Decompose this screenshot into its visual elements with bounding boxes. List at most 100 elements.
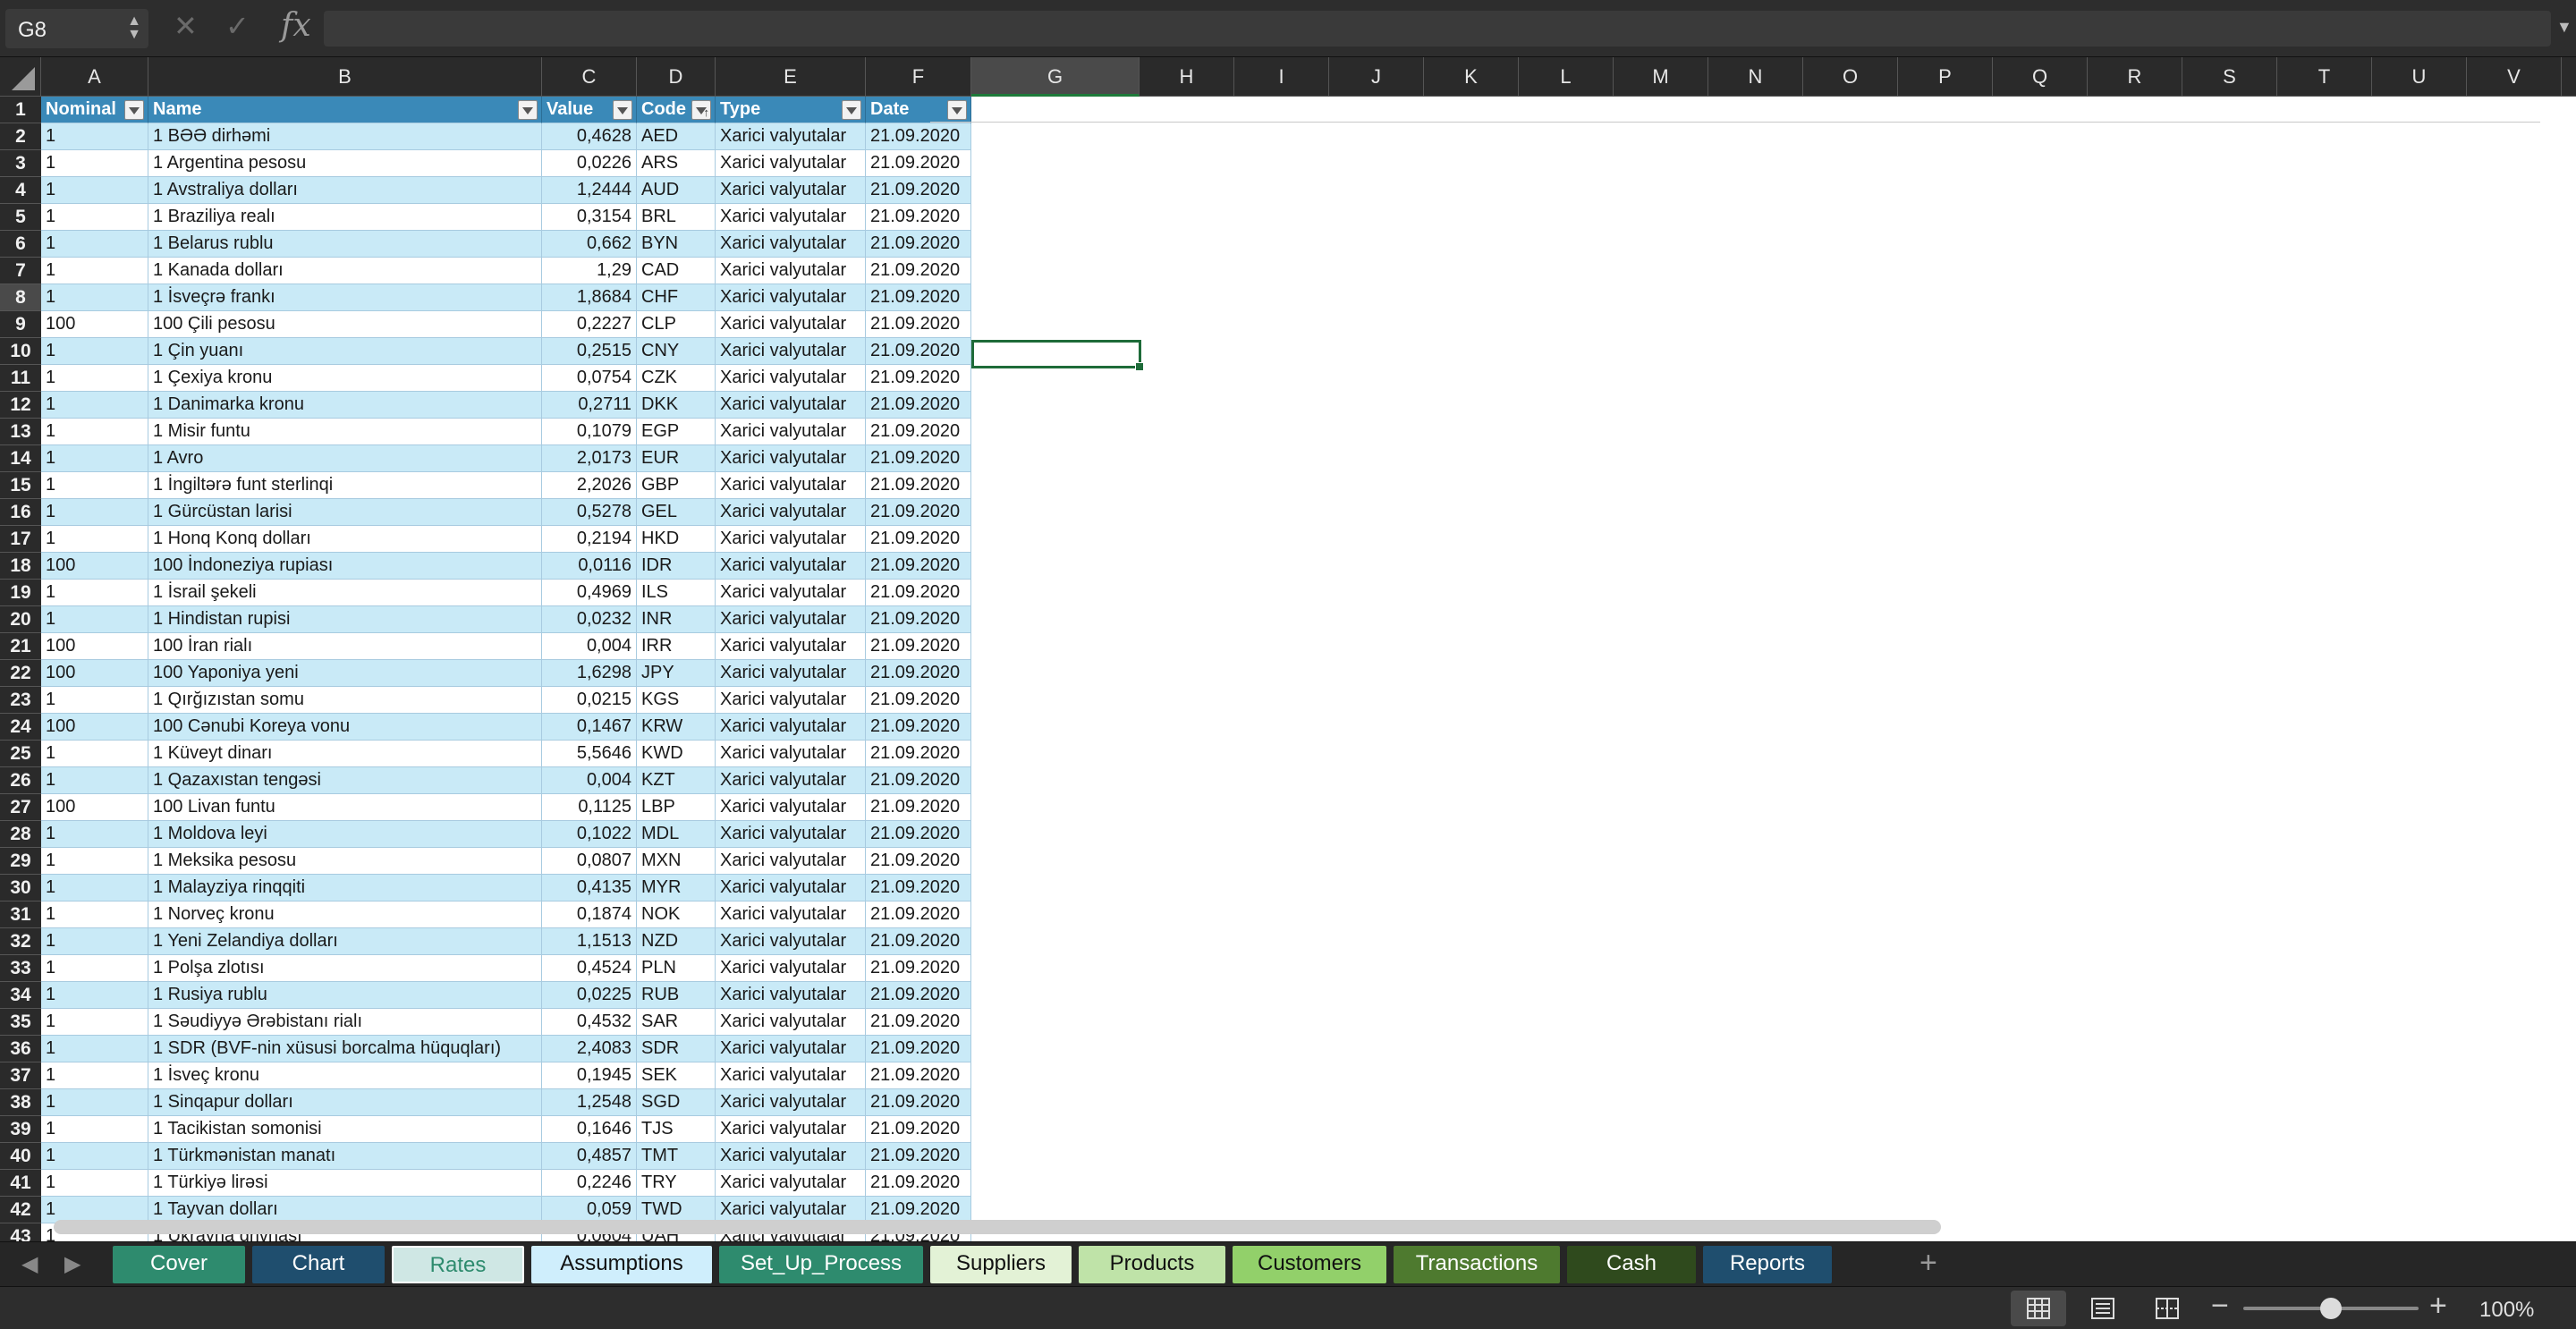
table-cell[interactable]: INR: [637, 606, 716, 633]
table-cell[interactable]: 1: [41, 419, 148, 445]
table-cell[interactable]: 1 Hindistan rupisi: [148, 606, 542, 633]
table-cell[interactable]: 0,2515: [542, 338, 637, 365]
table-header-cell[interactable]: Date: [866, 97, 971, 123]
normal-view-icon[interactable]: [2011, 1291, 2066, 1326]
row-header[interactable]: 41: [0, 1170, 41, 1197]
table-cell[interactable]: 1: [41, 526, 148, 553]
table-cell[interactable]: 21.09.2020: [866, 472, 971, 499]
table-header-cell[interactable]: Value: [542, 97, 637, 123]
table-cell[interactable]: 1 Danimarka kronu: [148, 392, 542, 419]
table-cell[interactable]: 1 Kanada dolları: [148, 258, 542, 284]
table-cell[interactable]: CZK: [637, 365, 716, 392]
cancel-x-icon[interactable]: ✕: [174, 9, 198, 43]
column-header-U[interactable]: U: [2372, 57, 2467, 97]
row-header[interactable]: 7: [0, 258, 41, 284]
table-cell[interactable]: 0,1125: [542, 794, 637, 821]
filter-dropdown-icon[interactable]: [613, 100, 632, 120]
table-cell[interactable]: HKD: [637, 526, 716, 553]
row-header[interactable]: 6: [0, 231, 41, 258]
row-header[interactable]: 15: [0, 472, 41, 499]
table-cell[interactable]: 0,0116: [542, 553, 637, 580]
row-header[interactable]: 10: [0, 338, 41, 365]
row-header[interactable]: 24: [0, 714, 41, 741]
table-cell[interactable]: Xarici valyutalar: [716, 741, 866, 767]
table-header-cell[interactable]: Type: [716, 97, 866, 123]
row-header[interactable]: 21: [0, 633, 41, 660]
table-cell[interactable]: 1 İsveçrə frankı: [148, 284, 542, 311]
column-header-N[interactable]: N: [1708, 57, 1803, 97]
column-header-M[interactable]: M: [1614, 57, 1708, 97]
table-cell[interactable]: 0,0226: [542, 150, 637, 177]
table-cell[interactable]: MYR: [637, 875, 716, 902]
table-cell[interactable]: MXN: [637, 848, 716, 875]
zoom-slider-thumb[interactable]: [2320, 1298, 2342, 1319]
tab-prev-icon[interactable]: ◀: [21, 1251, 38, 1277]
table-cell[interactable]: 21.09.2020: [866, 928, 971, 955]
horizontal-scrollbar[interactable]: [54, 1220, 1941, 1234]
table-cell[interactable]: 21.09.2020: [866, 1170, 971, 1197]
table-header-cell[interactable]: Code: [637, 97, 716, 123]
table-cell[interactable]: Xarici valyutalar: [716, 1116, 866, 1143]
row-header[interactable]: 20: [0, 606, 41, 633]
row-header[interactable]: 40: [0, 1143, 41, 1170]
table-cell[interactable]: 2,4083: [542, 1036, 637, 1062]
table-cell[interactable]: 1 Rusiya rublu: [148, 982, 542, 1009]
table-cell[interactable]: 1: [41, 284, 148, 311]
sheet-tab-assumptions[interactable]: Assumptions: [531, 1246, 712, 1283]
table-cell[interactable]: 0,4969: [542, 580, 637, 606]
row-header[interactable]: 19: [0, 580, 41, 606]
table-cell[interactable]: 1 Səudiyyə Ərəbistanı rialı: [148, 1009, 542, 1036]
table-cell[interactable]: 0,1874: [542, 902, 637, 928]
table-cell[interactable]: 21.09.2020: [866, 1062, 971, 1089]
table-cell[interactable]: 1: [41, 741, 148, 767]
table-cell[interactable]: 21.09.2020: [866, 580, 971, 606]
row-header[interactable]: 12: [0, 392, 41, 419]
filter-dropdown-icon[interactable]: [124, 100, 144, 120]
row-header[interactable]: 11: [0, 365, 41, 392]
table-cell[interactable]: 1,2444: [542, 177, 637, 204]
table-cell[interactable]: 100: [41, 633, 148, 660]
row-header[interactable]: 22: [0, 660, 41, 687]
table-cell[interactable]: 100: [41, 311, 148, 338]
table-cell[interactable]: 1 Belarus rublu: [148, 231, 542, 258]
row-header[interactable]: 27: [0, 794, 41, 821]
table-cell[interactable]: Xarici valyutalar: [716, 365, 866, 392]
table-cell[interactable]: 1: [41, 580, 148, 606]
column-header-O[interactable]: O: [1803, 57, 1898, 97]
table-cell[interactable]: 0,1945: [542, 1062, 637, 1089]
table-cell[interactable]: CAD: [637, 258, 716, 284]
table-cell[interactable]: 1: [41, 902, 148, 928]
table-cell[interactable]: 21.09.2020: [866, 821, 971, 848]
row-header[interactable]: 14: [0, 445, 41, 472]
table-cell[interactable]: 0,004: [542, 767, 637, 794]
table-cell[interactable]: 1 Braziliya realı: [148, 204, 542, 231]
table-cell[interactable]: 100 Livan funtu: [148, 794, 542, 821]
table-cell[interactable]: 21.09.2020: [866, 204, 971, 231]
table-cell[interactable]: CNY: [637, 338, 716, 365]
row-header[interactable]: 43: [0, 1223, 41, 1241]
table-cell[interactable]: 21.09.2020: [866, 660, 971, 687]
table-cell[interactable]: Xarici valyutalar: [716, 606, 866, 633]
selected-cell-G8[interactable]: [971, 340, 1144, 371]
row-header[interactable]: 30: [0, 875, 41, 902]
table-cell[interactable]: Xarici valyutalar: [716, 955, 866, 982]
table-cell[interactable]: Xarici valyutalar: [716, 284, 866, 311]
table-cell[interactable]: 21.09.2020: [866, 902, 971, 928]
table-cell[interactable]: KZT: [637, 767, 716, 794]
table-cell[interactable]: 21.09.2020: [866, 1036, 971, 1062]
table-cell[interactable]: 1: [41, 338, 148, 365]
table-cell[interactable]: 1 Avro: [148, 445, 542, 472]
table-cell[interactable]: 21.09.2020: [866, 606, 971, 633]
table-cell[interactable]: Xarici valyutalar: [716, 177, 866, 204]
table-cell[interactable]: 1 Tacikistan somonisi: [148, 1116, 542, 1143]
table-cell[interactable]: 0,1646: [542, 1116, 637, 1143]
table-cell[interactable]: NZD: [637, 928, 716, 955]
table-cell[interactable]: 21.09.2020: [866, 445, 971, 472]
table-cell[interactable]: 1: [41, 499, 148, 526]
table-cell[interactable]: 1 Argentina pesosu: [148, 150, 542, 177]
table-cell[interactable]: 21.09.2020: [866, 177, 971, 204]
table-cell[interactable]: 21.09.2020: [866, 311, 971, 338]
row-header[interactable]: 33: [0, 955, 41, 982]
confirm-check-icon[interactable]: ✓: [225, 9, 250, 43]
table-cell[interactable]: 0,5278: [542, 499, 637, 526]
